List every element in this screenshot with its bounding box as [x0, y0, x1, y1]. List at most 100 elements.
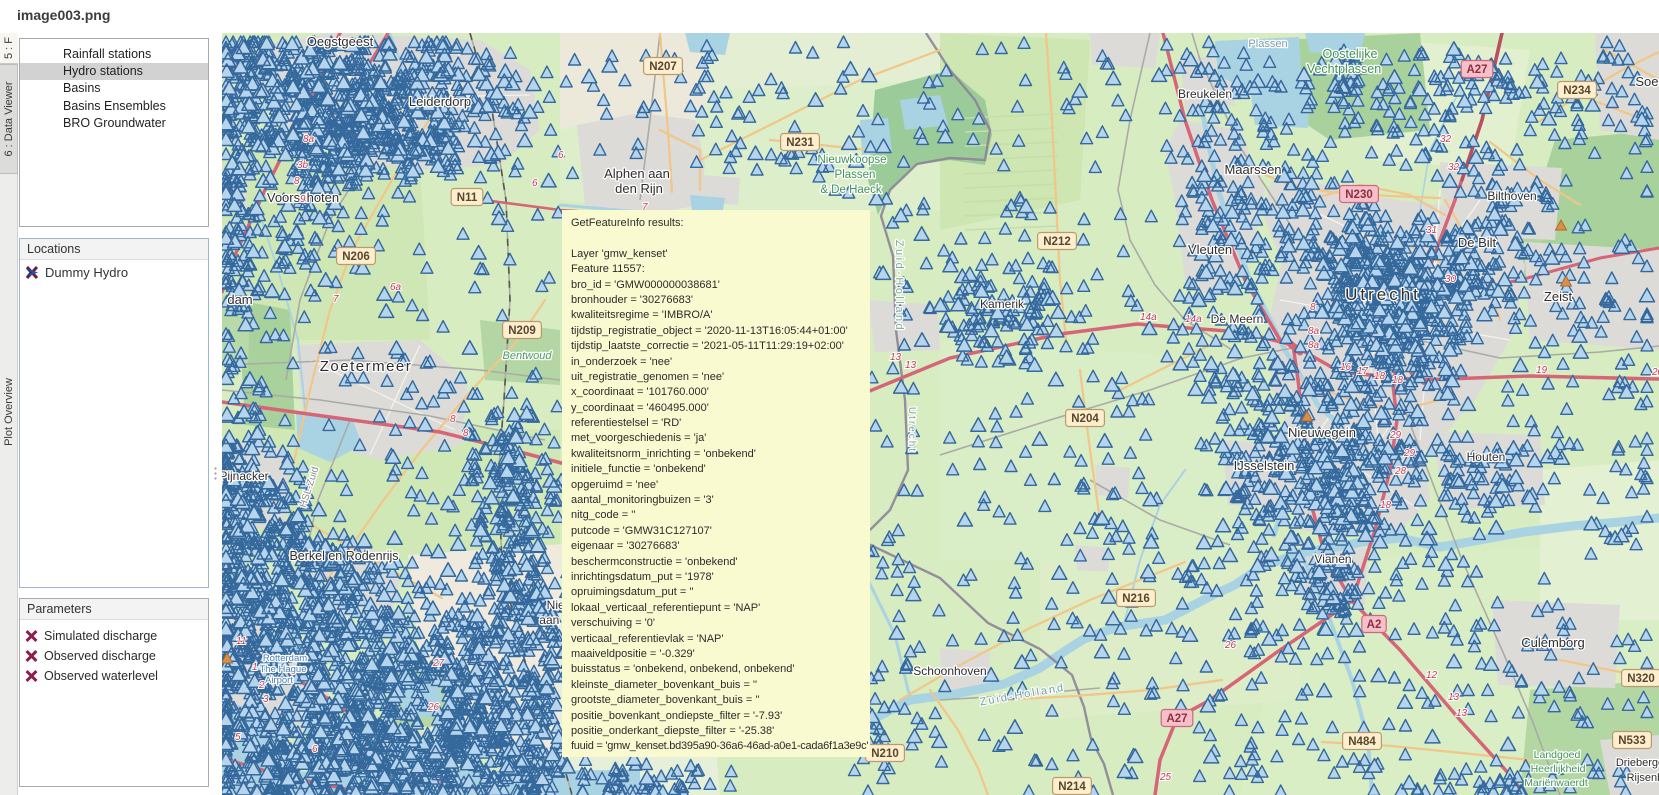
svg-text:18: 18 [1380, 500, 1392, 511]
svg-text:8a: 8a [1308, 340, 1320, 351]
svg-text:N533: N533 [1618, 735, 1646, 747]
svg-text:Landgoed: Landgoed [1534, 749, 1581, 761]
svg-text:Pijnacker: Pijnacker [222, 469, 269, 483]
svg-text:2: 2 [258, 680, 265, 691]
svg-text:14a: 14a [1140, 312, 1157, 323]
svg-text:20: 20 [1651, 367, 1659, 378]
svg-text:N484: N484 [1348, 736, 1376, 748]
svg-text:19: 19 [1536, 365, 1548, 376]
svg-text:Alphen aan: Alphen aan [604, 166, 670, 181]
svg-text:26: 26 [1224, 640, 1237, 651]
svg-text:30: 30 [1445, 274, 1457, 285]
svg-text:Mariënwaerdt: Mariënwaerdt [1524, 777, 1588, 789]
svg-text:13: 13 [1448, 692, 1460, 703]
svg-text:8a: 8a [1308, 326, 1320, 337]
svg-text:Oegstgeest: Oegstgeest [307, 34, 374, 49]
svg-text:Culemborg: Culemborg [1521, 635, 1585, 650]
svg-text:13: 13 [905, 360, 917, 371]
svg-text:32: 32 [1448, 162, 1460, 173]
svg-text:8: 8 [294, 176, 300, 187]
svg-text:6: 6 [558, 150, 564, 161]
svg-text:13: 13 [1456, 708, 1468, 719]
svg-text:N234: N234 [1563, 85, 1591, 97]
svg-text:Soest: Soest [1635, 74, 1659, 89]
svg-text:A27: A27 [1166, 713, 1187, 725]
svg-text:dam: dam [227, 292, 252, 307]
svg-text:Vleuten: Vleuten [1188, 242, 1232, 257]
svg-text:Nieuwegein: Nieuwegein [1288, 425, 1356, 440]
svg-text:13: 13 [890, 352, 902, 363]
svg-text:Zuid-Holland: Zuid-Holland [893, 240, 905, 332]
svg-text:Zeist: Zeist [1544, 289, 1573, 304]
svg-text:3: 3 [263, 694, 269, 705]
svg-text:Vechtplassen: Vechtplassen [1307, 62, 1381, 76]
svg-text:Drieberge: Drieberge [1616, 757, 1659, 769]
svg-text:31: 31 [1426, 225, 1437, 236]
svg-text:Bilthoven: Bilthoven [1487, 189, 1536, 203]
svg-text:6a: 6a [390, 282, 402, 293]
svg-text:29: 29 [1403, 448, 1416, 459]
svg-text:Schoonhoven: Schoonhoven [913, 664, 986, 678]
svg-text:N206: N206 [342, 251, 370, 263]
svg-text:Houten: Houten [1467, 450, 1506, 464]
svg-text:8: 8 [463, 428, 469, 439]
svg-text:Zoetermeer: Zoetermeer [320, 358, 413, 375]
svg-text:Nieuwkoopse: Nieuwkoopse [817, 154, 886, 166]
svg-text:17: 17 [1357, 366, 1369, 377]
svg-text:Vianen: Vianen [1314, 552, 1351, 566]
svg-text:Plassen: Plassen [835, 169, 876, 181]
svg-text:N231: N231 [786, 137, 814, 149]
svg-text:5: 5 [235, 732, 241, 743]
svg-text:7: 7 [333, 294, 339, 305]
svg-text:N209: N209 [508, 325, 536, 337]
svg-text:1: 1 [252, 662, 258, 673]
svg-text:32: 32 [1440, 134, 1452, 145]
svg-text:A27: A27 [1466, 64, 1487, 76]
svg-text:11: 11 [236, 636, 246, 647]
svg-text:De Bilt: De Bilt [1458, 235, 1497, 250]
svg-text:6: 6 [532, 178, 538, 189]
svg-text:Leiderdorp: Leiderdorp [409, 94, 471, 109]
svg-text:Plassen: Plassen [1248, 38, 1287, 50]
svg-text:den Rijn: den Rijn [615, 181, 663, 196]
svg-text:N210: N210 [871, 748, 899, 760]
svg-text:6: 6 [312, 744, 318, 755]
svg-text:N230: N230 [1345, 189, 1373, 201]
svg-text:29: 29 [1389, 430, 1402, 441]
svg-text:Rijsenbu: Rijsenbu [1627, 772, 1659, 784]
svg-text:& De Haeck: & De Haeck [820, 184, 882, 196]
svg-text:18: 18 [1392, 375, 1404, 386]
svg-text:✈: ✈ [296, 644, 304, 655]
svg-text:8a: 8a [303, 134, 315, 145]
svg-text:IJsselstein: IJsselstein [1234, 458, 1295, 473]
svg-text:Heerlijkheid: Heerlijkheid [1531, 763, 1586, 775]
svg-text:25: 25 [1159, 772, 1172, 783]
svg-text:18: 18 [1374, 371, 1386, 382]
svg-text:28: 28 [1394, 466, 1407, 477]
svg-text:Breukelen: Breukelen [1178, 87, 1232, 101]
svg-text:Maarssen: Maarssen [1224, 162, 1281, 177]
svg-text:16: 16 [1340, 362, 1352, 373]
svg-text:N212: N212 [1043, 236, 1071, 248]
svg-text:N216: N216 [1122, 593, 1150, 605]
svg-text:N207: N207 [649, 61, 677, 73]
svg-text:12: 12 [1426, 670, 1438, 681]
svg-text:Airport: Airport [265, 675, 293, 686]
svg-text:Oostelijke: Oostelijke [1323, 47, 1378, 61]
svg-text:Utrecht: Utrecht [906, 407, 917, 453]
svg-text:27: 27 [432, 658, 445, 669]
svg-text:3b: 3b [297, 160, 309, 171]
svg-text:N214: N214 [1058, 781, 1086, 793]
svg-text:The Hague: The Hague [259, 664, 306, 675]
svg-text:Kamerik: Kamerik [980, 297, 1025, 311]
svg-text:14a: 14a [1185, 314, 1202, 325]
svg-text:N204: N204 [1071, 413, 1099, 425]
svg-text:9: 9 [300, 194, 306, 205]
svg-text:8: 8 [450, 414, 456, 425]
svg-text:N320: N320 [1627, 673, 1655, 685]
svg-text:N11: N11 [457, 192, 478, 204]
svg-text:A2: A2 [1367, 619, 1382, 631]
svg-text:Bentwoud: Bentwoud [503, 350, 553, 362]
svg-text:8: 8 [1310, 302, 1316, 313]
svg-text:De Meern: De Meern [1211, 312, 1264, 326]
